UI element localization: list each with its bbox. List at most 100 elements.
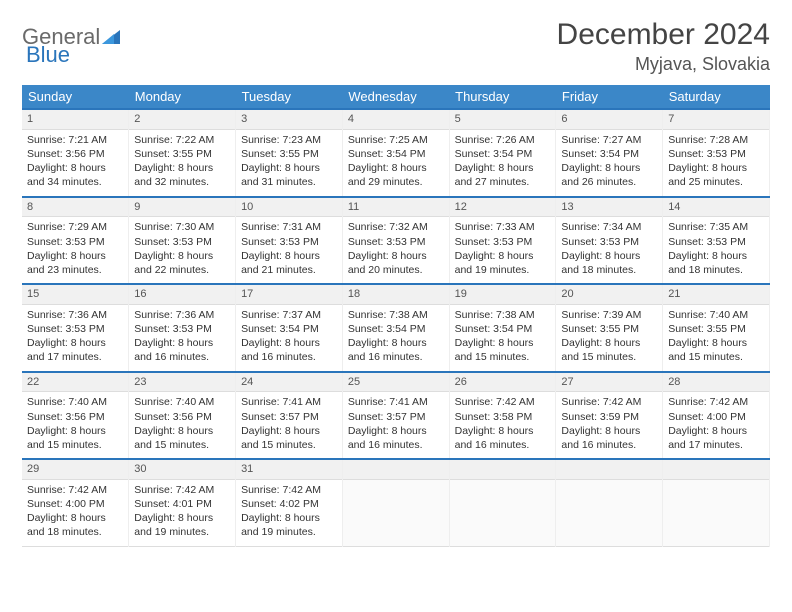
day-number-cell: 4 (342, 109, 449, 129)
day-content-cell: Sunrise: 7:25 AMSunset: 3:54 PMDaylight:… (342, 129, 449, 196)
sunset-text: Sunset: 3:53 PM (561, 235, 657, 249)
daylight-text: Daylight: 8 hours and 16 minutes. (455, 424, 551, 452)
day-number-row: 293031 (22, 459, 770, 479)
sunrise-text: Sunrise: 7:42 AM (27, 483, 123, 497)
day-number-cell (342, 459, 449, 479)
daylight-text: Daylight: 8 hours and 18 minutes. (561, 249, 657, 277)
day-content-cell: Sunrise: 7:38 AMSunset: 3:54 PMDaylight:… (342, 304, 449, 371)
sunrise-text: Sunrise: 7:33 AM (455, 220, 551, 234)
daylight-text: Daylight: 8 hours and 23 minutes. (27, 249, 123, 277)
sunrise-text: Sunrise: 7:36 AM (134, 308, 230, 322)
weekday-header: Wednesday (342, 85, 449, 109)
sunrise-text: Sunrise: 7:42 AM (241, 483, 337, 497)
daylight-text: Daylight: 8 hours and 16 minutes. (241, 336, 337, 364)
day-number-cell: 14 (663, 197, 770, 217)
sunset-text: Sunset: 3:54 PM (561, 147, 657, 161)
daylight-text: Daylight: 8 hours and 17 minutes. (27, 336, 123, 364)
day-content-cell (449, 479, 556, 546)
sunset-text: Sunset: 3:53 PM (455, 235, 551, 249)
day-content-cell: Sunrise: 7:42 AMSunset: 3:58 PMDaylight:… (449, 392, 556, 459)
day-content-cell: Sunrise: 7:33 AMSunset: 3:53 PMDaylight:… (449, 217, 556, 284)
sunrise-text: Sunrise: 7:42 AM (134, 483, 230, 497)
day-content-row: Sunrise: 7:29 AMSunset: 3:53 PMDaylight:… (22, 217, 770, 284)
day-content-cell: Sunrise: 7:40 AMSunset: 3:55 PMDaylight:… (663, 304, 770, 371)
day-content-cell: Sunrise: 7:34 AMSunset: 3:53 PMDaylight:… (556, 217, 663, 284)
sunset-text: Sunset: 3:59 PM (561, 410, 657, 424)
day-content-cell: Sunrise: 7:36 AMSunset: 3:53 PMDaylight:… (22, 304, 129, 371)
day-number-cell: 29 (22, 459, 129, 479)
day-number-row: 15161718192021 (22, 284, 770, 304)
title-block: December 2024 Myjava, Slovakia (557, 18, 770, 75)
day-number-cell (663, 459, 770, 479)
sunset-text: Sunset: 3:53 PM (27, 322, 123, 336)
sunset-text: Sunset: 3:54 PM (348, 322, 444, 336)
sunrise-text: Sunrise: 7:34 AM (561, 220, 657, 234)
day-number-cell (449, 459, 556, 479)
sunset-text: Sunset: 3:53 PM (348, 235, 444, 249)
sunset-text: Sunset: 3:53 PM (668, 147, 764, 161)
day-content-cell: Sunrise: 7:42 AMSunset: 4:00 PMDaylight:… (22, 479, 129, 546)
day-number-cell: 19 (449, 284, 556, 304)
day-number-row: 891011121314 (22, 197, 770, 217)
daylight-text: Daylight: 8 hours and 16 minutes. (348, 424, 444, 452)
sunset-text: Sunset: 4:00 PM (27, 497, 123, 511)
daylight-text: Daylight: 8 hours and 15 minutes. (455, 336, 551, 364)
day-content-row: Sunrise: 7:21 AMSunset: 3:56 PMDaylight:… (22, 129, 770, 196)
sunset-text: Sunset: 3:57 PM (241, 410, 337, 424)
sunrise-text: Sunrise: 7:31 AM (241, 220, 337, 234)
daylight-text: Daylight: 8 hours and 19 minutes. (455, 249, 551, 277)
sunset-text: Sunset: 3:55 PM (241, 147, 337, 161)
sunset-text: Sunset: 3:55 PM (561, 322, 657, 336)
sunset-text: Sunset: 3:54 PM (455, 147, 551, 161)
sunrise-text: Sunrise: 7:23 AM (241, 133, 337, 147)
sunrise-text: Sunrise: 7:37 AM (241, 308, 337, 322)
daylight-text: Daylight: 8 hours and 25 minutes. (668, 161, 764, 189)
daylight-text: Daylight: 8 hours and 22 minutes. (134, 249, 230, 277)
day-content-cell: Sunrise: 7:42 AMSunset: 4:01 PMDaylight:… (129, 479, 236, 546)
weekday-header: Thursday (449, 85, 556, 109)
day-number-cell: 22 (22, 372, 129, 392)
day-content-cell: Sunrise: 7:27 AMSunset: 3:54 PMDaylight:… (556, 129, 663, 196)
sunrise-text: Sunrise: 7:38 AM (455, 308, 551, 322)
daylight-text: Daylight: 8 hours and 29 minutes. (348, 161, 444, 189)
daylight-text: Daylight: 8 hours and 31 minutes. (241, 161, 337, 189)
day-content-cell: Sunrise: 7:40 AMSunset: 3:56 PMDaylight:… (22, 392, 129, 459)
sunset-text: Sunset: 3:53 PM (134, 235, 230, 249)
sunrise-text: Sunrise: 7:41 AM (241, 395, 337, 409)
day-content-cell: Sunrise: 7:29 AMSunset: 3:53 PMDaylight:… (22, 217, 129, 284)
daylight-text: Daylight: 8 hours and 19 minutes. (134, 511, 230, 539)
day-number-row: 1234567 (22, 109, 770, 129)
daylight-text: Daylight: 8 hours and 21 minutes. (241, 249, 337, 277)
sunset-text: Sunset: 3:56 PM (27, 147, 123, 161)
day-number-cell: 17 (236, 284, 343, 304)
sunrise-text: Sunrise: 7:25 AM (348, 133, 444, 147)
weekday-header: Saturday (663, 85, 770, 109)
day-number-cell: 10 (236, 197, 343, 217)
day-content-cell: Sunrise: 7:40 AMSunset: 3:56 PMDaylight:… (129, 392, 236, 459)
header: General December 2024 Myjava, Slovakia (22, 18, 770, 75)
sunset-text: Sunset: 3:56 PM (134, 410, 230, 424)
daylight-text: Daylight: 8 hours and 16 minutes. (561, 424, 657, 452)
day-number-cell: 7 (663, 109, 770, 129)
sunset-text: Sunset: 4:00 PM (668, 410, 764, 424)
day-content-cell: Sunrise: 7:42 AMSunset: 4:02 PMDaylight:… (236, 479, 343, 546)
daylight-text: Daylight: 8 hours and 15 minutes. (241, 424, 337, 452)
sunset-text: Sunset: 3:54 PM (348, 147, 444, 161)
day-number-cell: 25 (342, 372, 449, 392)
day-number-row: 22232425262728 (22, 372, 770, 392)
sunset-text: Sunset: 3:56 PM (27, 410, 123, 424)
day-number-cell: 9 (129, 197, 236, 217)
calendar-header-row: SundayMondayTuesdayWednesdayThursdayFrid… (22, 85, 770, 109)
day-content-cell: Sunrise: 7:30 AMSunset: 3:53 PMDaylight:… (129, 217, 236, 284)
logo-word2-wrap: Blue (26, 42, 70, 68)
day-content-cell (556, 479, 663, 546)
daylight-text: Daylight: 8 hours and 15 minutes. (561, 336, 657, 364)
sunrise-text: Sunrise: 7:29 AM (27, 220, 123, 234)
daylight-text: Daylight: 8 hours and 34 minutes. (27, 161, 123, 189)
day-content-cell: Sunrise: 7:32 AMSunset: 3:53 PMDaylight:… (342, 217, 449, 284)
daylight-text: Daylight: 8 hours and 16 minutes. (134, 336, 230, 364)
daylight-text: Daylight: 8 hours and 32 minutes. (134, 161, 230, 189)
sunrise-text: Sunrise: 7:27 AM (561, 133, 657, 147)
day-number-cell: 16 (129, 284, 236, 304)
sunset-text: Sunset: 4:01 PM (134, 497, 230, 511)
